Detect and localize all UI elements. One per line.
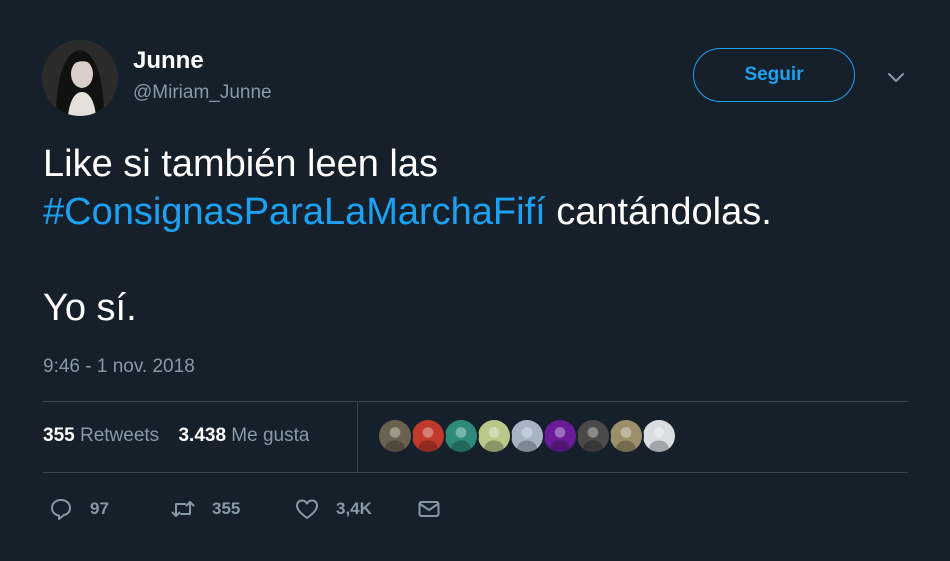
retweet-count: 355	[212, 499, 241, 518]
tweet-stats: 355 Retweets 3.438 Me gusta	[43, 425, 309, 447]
liker-avatar-2[interactable]	[410, 418, 446, 454]
divider-bottom	[43, 472, 908, 473]
heart-icon	[294, 496, 320, 522]
tweet-text-line-2: #ConsignasParaLaMarchaFifí cantándolas.	[43, 188, 913, 236]
chevron-down-icon[interactable]	[885, 66, 907, 88]
liker-avatar-9[interactable]	[641, 418, 677, 454]
retweets-stat-count: 355	[43, 425, 75, 446]
retweet-button[interactable]: 355	[170, 494, 240, 524]
reply-button[interactable]: 97	[48, 494, 109, 524]
liker-avatar-5[interactable]	[509, 418, 545, 454]
tweet-text-spacer	[43, 236, 913, 284]
tweet-text: Like si también leen las #ConsignasParaL…	[43, 140, 913, 332]
author-display-name[interactable]: Junne	[133, 47, 204, 75]
like-count: 3,4K	[336, 499, 372, 518]
tweet-text-line-2-rest: cantándolas.	[545, 191, 772, 233]
reply-icon	[48, 496, 74, 522]
direct-message-button[interactable]	[416, 494, 442, 524]
retweet-icon	[170, 496, 196, 522]
author-avatar[interactable]	[42, 40, 118, 116]
liker-avatar-8[interactable]	[608, 418, 644, 454]
likes-stat[interactable]: 3.438 Me gusta	[178, 425, 309, 446]
author-photo	[42, 40, 118, 116]
follow-button[interactable]: Seguir	[693, 48, 855, 102]
retweets-stat-label: Retweets	[79, 425, 160, 446]
likes-stat-count: 3.438	[178, 425, 227, 446]
liker-avatar-6[interactable]	[542, 418, 578, 454]
like-button[interactable]: 3,4K	[294, 494, 372, 524]
tweet-text-line-3: Yo sí.	[43, 287, 137, 329]
liker-avatar-3[interactable]	[443, 418, 479, 454]
liker-avatar-4[interactable]	[476, 418, 512, 454]
retweets-stat[interactable]: 355 Retweets	[43, 425, 159, 446]
likes-stat-label: Me gusta	[231, 425, 310, 446]
liker-avatar-1[interactable]	[377, 418, 413, 454]
hashtag-link[interactable]: #ConsignasParaLaMarchaFifí	[43, 191, 546, 233]
tweet-timestamp[interactable]: 9:46 - 1 nov. 2018	[43, 356, 195, 378]
envelope-icon	[416, 496, 442, 522]
liker-avatar-7[interactable]	[575, 418, 611, 454]
divider-top	[43, 401, 908, 402]
tweet-text-line-1: Like si también leen las	[43, 143, 438, 185]
author-handle[interactable]: @Miriam_Junne	[133, 82, 272, 104]
stats-vertical-divider	[357, 401, 358, 472]
reply-count: 97	[90, 499, 109, 518]
